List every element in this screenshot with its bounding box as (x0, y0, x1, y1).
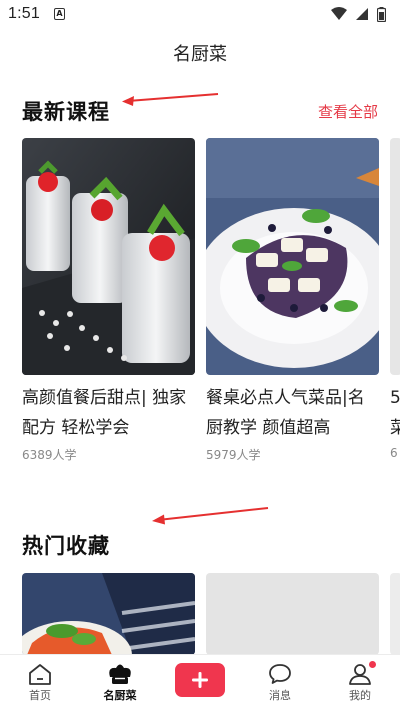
favorites-list (22, 573, 400, 655)
favorite-image-dish (22, 573, 195, 655)
favorites-section-title: 热门收藏 (22, 534, 110, 558)
annotation-arrow-favorites (152, 507, 269, 525)
status-icons (331, 6, 386, 22)
course-card[interactable]: 餐桌必点人气菜品|名厨教学 颜值超高 5979人学 (206, 138, 379, 463)
home-icon (29, 664, 51, 685)
course-card[interactable]: 高颜值餐后甜点| 独家配方 轻松学会 6389人学 (22, 138, 195, 463)
nav-messages[interactable]: 消息 (240, 655, 320, 710)
signal-icon (356, 8, 368, 20)
notification-badge-dot (369, 661, 376, 668)
course-title: 餐桌必点人气菜品|名厨教学 颜值超高 (206, 388, 365, 438)
annotation-arrow-latest (122, 93, 219, 106)
nav-profile-label: 我的 (349, 689, 371, 702)
wifi-icon (331, 7, 347, 20)
course-learners: 6 (390, 446, 398, 460)
course-title: 5菜 (390, 388, 400, 438)
user-icon (349, 664, 371, 685)
nav-profile[interactable]: 我的 (320, 655, 400, 710)
favorites-section-header: 热门收藏 (22, 530, 378, 560)
nav-messages-label: 消息 (269, 689, 291, 702)
bottom-nav: 首页 名厨菜 消息 我的 (0, 654, 400, 710)
see-all-link[interactable]: 查看全部 (318, 101, 378, 122)
nav-home[interactable]: 首页 (0, 655, 80, 710)
nav-chef-dishes-label: 名厨菜 (103, 689, 137, 702)
favorite-card[interactable] (22, 573, 195, 655)
notification-a-icon: A (53, 8, 65, 20)
battery-icon (377, 6, 386, 22)
course-card[interactable]: 5菜 6 (390, 138, 400, 460)
latest-courses-list: 高颜值餐后甜点| 独家配方 轻松学会 6389人学 餐桌必点人气菜品|名厨教学 … (22, 138, 400, 468)
latest-section-title: 最新课程 (22, 100, 110, 124)
add-button[interactable] (175, 663, 225, 697)
course-image-placeholder (390, 138, 400, 375)
course-learners: 5979人学 (206, 448, 261, 462)
page-title: 名厨菜 (173, 44, 227, 65)
plus-icon (192, 672, 208, 688)
course-learners: 6389人学 (22, 448, 77, 462)
nav-add[interactable] (160, 655, 240, 710)
status-time: 1:51 (8, 5, 40, 22)
chat-bubble-icon (269, 664, 291, 684)
nav-home-label: 首页 (29, 689, 51, 702)
favorite-card-placeholder[interactable] (206, 573, 379, 655)
course-image-dish (206, 138, 379, 375)
course-title: 高颜值餐后甜点| 独家配方 轻松学会 (22, 388, 187, 438)
status-bar: 1:51 A (0, 0, 400, 28)
nav-chef-dishes[interactable]: 名厨菜 (80, 655, 160, 710)
chef-hat-icon (109, 664, 131, 684)
favorite-card-placeholder[interactable] (390, 573, 400, 655)
course-image-dessert (22, 138, 195, 375)
